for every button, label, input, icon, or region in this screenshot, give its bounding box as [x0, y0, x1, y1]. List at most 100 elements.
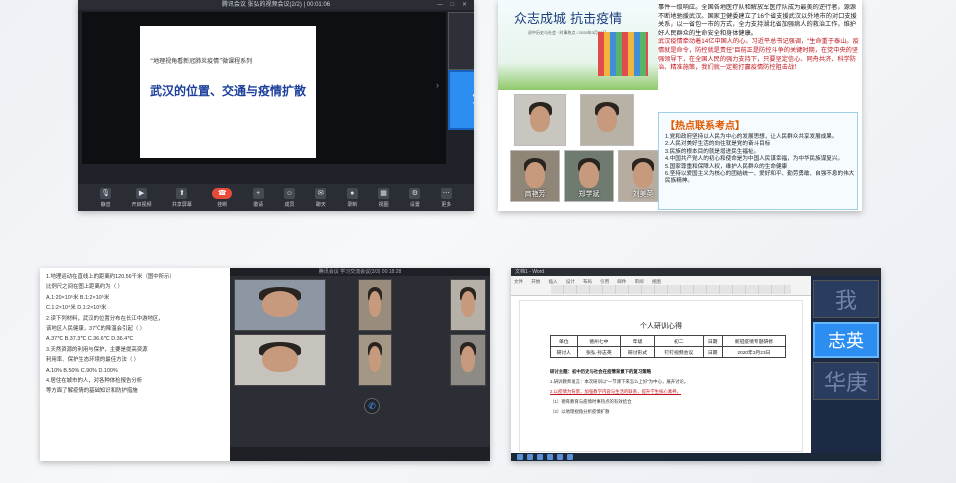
app-icon[interactable] — [547, 454, 553, 460]
camera-icon: ▶ — [136, 187, 148, 199]
table-cell: 新冠疫情专题研修 — [721, 335, 787, 347]
books-illustration — [598, 32, 648, 76]
hot-topics-list: 1.党和政府坚持以人民为中心的发展思想，让人民群众共享发展成果。 2.人民对美好… — [665, 134, 857, 186]
quiz-line: 4.居住在城市的人，对各种体检报告分析 — [46, 378, 143, 385]
participant-tile[interactable]: 华庚 — [813, 362, 879, 400]
participant-video: 商艳芳 — [510, 150, 560, 202]
more-icon: ⋯ — [440, 187, 452, 199]
participant-video — [580, 94, 634, 146]
quiz-line: A.10% B.50% C.90% D.100% — [46, 367, 118, 374]
toolbar-label: 挂断 — [217, 201, 228, 208]
app-icon[interactable] — [537, 454, 543, 460]
participant-video[interactable] — [450, 279, 486, 331]
lesson-slide-with-faces: 众志成城 抗击疫情 初中历史与社会 · 时事热点 / 2020年3月23日 事件… — [498, 0, 862, 211]
participant-video[interactable] — [450, 334, 486, 386]
window-title: 腾讯会议 张弘的视频会议(2/2) | 00:01:06 — [221, 2, 331, 8]
share-screen-button[interactable]: ⬆ 共享屏幕 — [172, 187, 192, 208]
phone-icon[interactable]: ✆ — [364, 398, 380, 414]
slide-title: 武汉的位置、交通与疫情扩散 — [150, 84, 307, 98]
document-body: 研讨主题：初中历史与社会在疫情背景下的复习策略 1.研训教师发言：本次研训以“一… — [550, 367, 786, 417]
window-title: 文档1 - Word — [511, 268, 881, 276]
participant-video — [514, 94, 566, 146]
ribbon-tab[interactable]: 开始 — [531, 279, 540, 285]
toolbar-label: 设置 — [409, 201, 420, 208]
members-button[interactable]: ☺ 成员 — [284, 187, 295, 208]
window-titlebar: 腾讯会议 张弘的视频会议(2/2) | 00:01:06 — □ ✕ — [78, 0, 474, 10]
window-controls[interactable]: — □ ✕ — [437, 0, 470, 10]
quiz-line: A.37℃ B.37.3℃ C.36.6℃ D.36.4℃ — [46, 336, 134, 343]
table-cell: 张弘·孙志英 — [576, 346, 622, 358]
meeting-window-slide: 腾讯会议 张弘的视频会议(2/2) | 00:01:06 — □ ✕ “地理视角… — [78, 0, 474, 211]
participant-name: 郑学斌 — [578, 191, 600, 198]
list-item: 4.中国共产党人的初心和使命是为中国人民谋幸福，为中华民族谋复兴。 — [665, 156, 844, 163]
quiz-document: 1.地理运动在直线上的距离约120.56千米（图中所示） 比例尺之间在图上距离约… — [40, 268, 230, 461]
quiz-line: 该地区人民健康，37℃的降温会引起（ ） — [46, 326, 146, 333]
participant-video[interactable] — [358, 279, 392, 331]
video-button[interactable]: ▶ 开启视频 — [131, 187, 152, 208]
quiz-and-video-grid: 1.地理运动在直线上的距离约120.56千米（图中所示） 比例尺之间在图上距离约… — [40, 268, 490, 461]
table-cell: 钉钉视频会议 — [654, 346, 704, 358]
toolbar-label: 开启视频 — [131, 201, 152, 208]
video-window-title: 腾讯会议 学习交流会议(3/3) 00:18:28 — [230, 268, 490, 276]
list-item: 5.国家尊重和保障人权，维护人民群众的生命健康 — [665, 163, 788, 170]
table-cell: 初二 — [654, 335, 704, 347]
table-cell: 德州七中 — [576, 335, 622, 347]
hot-topics-title: 【热点联系考点】 — [665, 121, 745, 132]
app-icon[interactable] — [527, 454, 533, 460]
person-add-icon: + — [252, 187, 264, 199]
more-button[interactable]: ⋯ 更多 — [440, 187, 452, 208]
toolbar-label: 邀请 — [253, 201, 264, 208]
taskbar — [511, 453, 881, 461]
lesson-banner: 众志成城 抗击疫情 初中历史与社会 · 时事热点 / 2020年3月23日 — [498, 0, 658, 90]
meeting-toolbar: 🎙 静音 ▶ 开启视频 ⬆ 共享屏幕 ☎ 挂断 + 邀请 ☺ 成员 ✉ 聊天 ● 录制 ▦ 视图 … — [78, 184, 474, 211]
article-paragraph: 事件一级响应。全国各地医疗队和解放军医疗队成为最美的逆行者，源源不断地驰援武汉。… — [658, 4, 857, 37]
lesson-article: 事件一级响应。全国各地医疗队和解放军医疗队成为最美的逆行者，源源不断地驰援武汉。… — [658, 4, 860, 114]
quiz-line: 2.读下列材料，武汉的位置分布在长江中游地区， — [46, 315, 164, 322]
participant-video[interactable] — [358, 334, 392, 386]
quiz-line: C.1:2×10⁴米 D.1:2×10³米 — [46, 305, 107, 312]
grid-view-icon: ▦ — [378, 187, 390, 199]
participant-tile-active[interactable]: 志英 — [813, 322, 879, 358]
table-cell: 年级 — [620, 335, 656, 347]
ribbon-tab[interactable]: 文件 — [514, 279, 523, 285]
chat-icon: ✉ — [315, 187, 327, 199]
hangup-button[interactable]: ☎ 挂断 — [212, 187, 233, 208]
ribbon-toolbar[interactable] — [551, 285, 791, 294]
view-button[interactable]: ▦ 视图 — [378, 187, 390, 208]
table-row: 研讨人 张弘·孙志英 研讨形式 钉钉视频会议 日期 2020年3月23日 — [550, 346, 787, 358]
table-row: 单位 德州七中 年级 初二 日期 新冠疫情专题研修 — [550, 335, 787, 347]
quiz-line: 比例尺之间在图上距离约为（ ） — [46, 284, 123, 291]
participant-name: 商艳芳 — [524, 191, 546, 198]
quiz-line: 3.天然资源的利用与保护，主要是提高资源 — [46, 346, 148, 353]
start-icon[interactable] — [517, 454, 523, 460]
participant-tile-active[interactable]: 钰琴 — [448, 70, 474, 130]
mute-button[interactable]: 🎙 静音 — [100, 187, 112, 208]
chevron-right-icon[interactable]: › — [436, 80, 439, 90]
gear-icon: ⚙ — [409, 187, 421, 199]
app-icon[interactable] — [567, 454, 573, 460]
body-heading: 研讨主题：初中历史与社会在疫情背景下的复习策略 — [550, 369, 651, 374]
toolbar-label: 更多 — [441, 201, 452, 208]
toolbar-label: 成员 — [284, 201, 295, 208]
chat-button[interactable]: ✉ 聊天 — [315, 187, 327, 208]
invite-button[interactable]: + 邀请 — [252, 187, 264, 208]
document-page[interactable]: 个人研训心得 单位 德州七中 年级 初二 日期 新冠疫情专题研修 研讨人 张弘·… — [519, 300, 803, 452]
participant-faces: 商艳芳 郑学斌 刘美英 — [510, 90, 670, 208]
participant-tile-self[interactable]: 我 — [448, 12, 474, 70]
participant-sidebar: 我 志英 华庚 — [811, 276, 881, 454]
record-button[interactable]: ● 录制 — [346, 187, 358, 208]
body-line: （1）德育教育与疫情时事热点的有效结合 — [550, 399, 632, 404]
body-line: 1.研训教师发言：本次研训以“一节课下来怎么上好”为中心，展开讨论。 — [550, 379, 689, 384]
toolbar-label: 录制 — [347, 201, 358, 208]
participant-video[interactable] — [234, 334, 326, 386]
participant-video[interactable] — [234, 279, 326, 331]
quiz-line: 利用率、保护生态环境的最佳方法（ ） — [46, 357, 140, 364]
quiz-line: 1.地理运动在直线上的距离约120.56千米（图中所示） — [46, 274, 175, 280]
app-icon[interactable] — [557, 454, 563, 460]
participant-tile[interactable]: 我 — [813, 280, 879, 318]
quiz-line: A.1:20×10⁵米 B.1:2×10⁵米 — [46, 294, 110, 301]
quiz-line: 等方面了解疫情的基础知识和防护措施 — [46, 388, 138, 395]
shared-screen: “地理视角看新冠肺炎疫情”微课程系列 武汉的位置、交通与疫情扩散 — [82, 12, 446, 164]
settings-button[interactable]: ⚙ 设置 — [409, 187, 421, 208]
body-line: 2.以疫情为背景，加强教学内容与生活的联系，提升学生核心素养。 — [550, 389, 681, 394]
